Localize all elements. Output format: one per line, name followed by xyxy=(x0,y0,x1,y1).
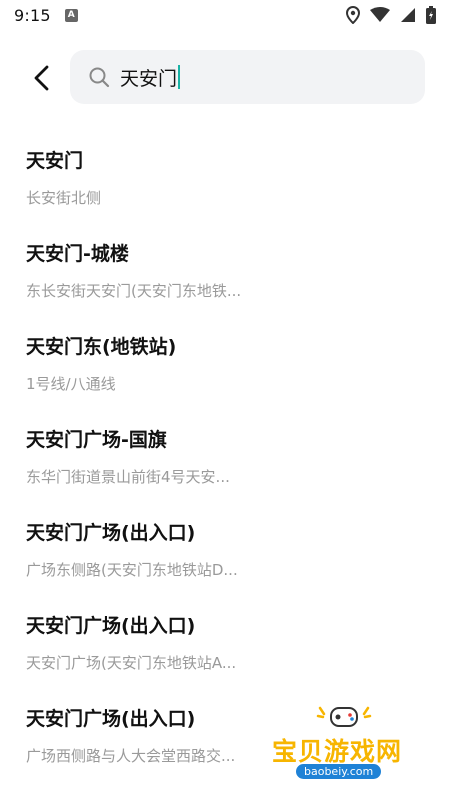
wifi-icon xyxy=(370,7,390,22)
watermark-url: baobeiy.com xyxy=(296,764,382,779)
result-title: 天安门东(地铁站) xyxy=(26,336,177,358)
list-item[interactable]: 天安门广场(出入口) 天安门广场(天安门东地铁站A... xyxy=(0,595,450,688)
chevron-left-icon xyxy=(34,65,49,91)
result-title: 天安门 xyxy=(26,150,84,172)
result-address: 东华门街道景山前街4号天安... xyxy=(26,468,230,486)
result-address: 广场东侧路(天安门东地铁站D... xyxy=(26,561,238,579)
result-address: 1号线/八通线 xyxy=(26,375,116,393)
list-item[interactable]: 天安门广场-国旗 东华门街道景山前街4号天安... xyxy=(0,409,450,502)
notification-icon: A xyxy=(64,8,78,22)
watermark-logo: 宝贝游戏网 baobeiy.com xyxy=(272,700,422,790)
status-icons xyxy=(346,6,436,24)
result-address: 天安门广场(天安门东地铁站A... xyxy=(26,654,237,672)
text-cursor xyxy=(178,65,181,89)
watermark-text: 宝贝游戏网 xyxy=(272,737,403,766)
search-results-list: 天安门 长安街北侧 天安门-城楼 东长安街天安门(天安门东地铁... 天安门东(… xyxy=(0,130,450,781)
result-title: 天安门广场(出入口) xyxy=(26,615,196,637)
status-bar: 9:15 A xyxy=(0,0,450,30)
list-item[interactable]: 天安门-城楼 东长安街天安门(天安门东地铁... xyxy=(0,223,450,316)
back-button[interactable] xyxy=(22,58,62,98)
list-item[interactable]: 天安门 长安街北侧 xyxy=(0,130,450,223)
result-title: 天安门广场-国旗 xyxy=(26,429,167,451)
result-title: 天安门广场(出入口) xyxy=(26,522,196,544)
list-item[interactable]: 天安门广场(出入口) 广场东侧路(天安门东地铁站D... xyxy=(0,502,450,595)
result-address: 东长安街天安门(天安门东地铁... xyxy=(26,282,242,300)
location-icon xyxy=(346,6,360,24)
list-item[interactable]: 天安门东(地铁站) 1号线/八通线 xyxy=(0,316,450,409)
result-title: 天安门-城楼 xyxy=(26,243,129,265)
search-icon xyxy=(88,66,110,88)
battery-icon xyxy=(426,6,436,24)
gamepad-icon xyxy=(316,706,372,727)
status-time: 9:15 xyxy=(14,5,51,25)
search-header: 天安门 xyxy=(0,48,450,106)
signal-icon xyxy=(401,8,415,22)
search-input[interactable]: 天安门 xyxy=(70,50,425,104)
result-address: 长安街北侧 xyxy=(26,189,102,207)
search-query[interactable]: 天安门 xyxy=(120,64,177,91)
